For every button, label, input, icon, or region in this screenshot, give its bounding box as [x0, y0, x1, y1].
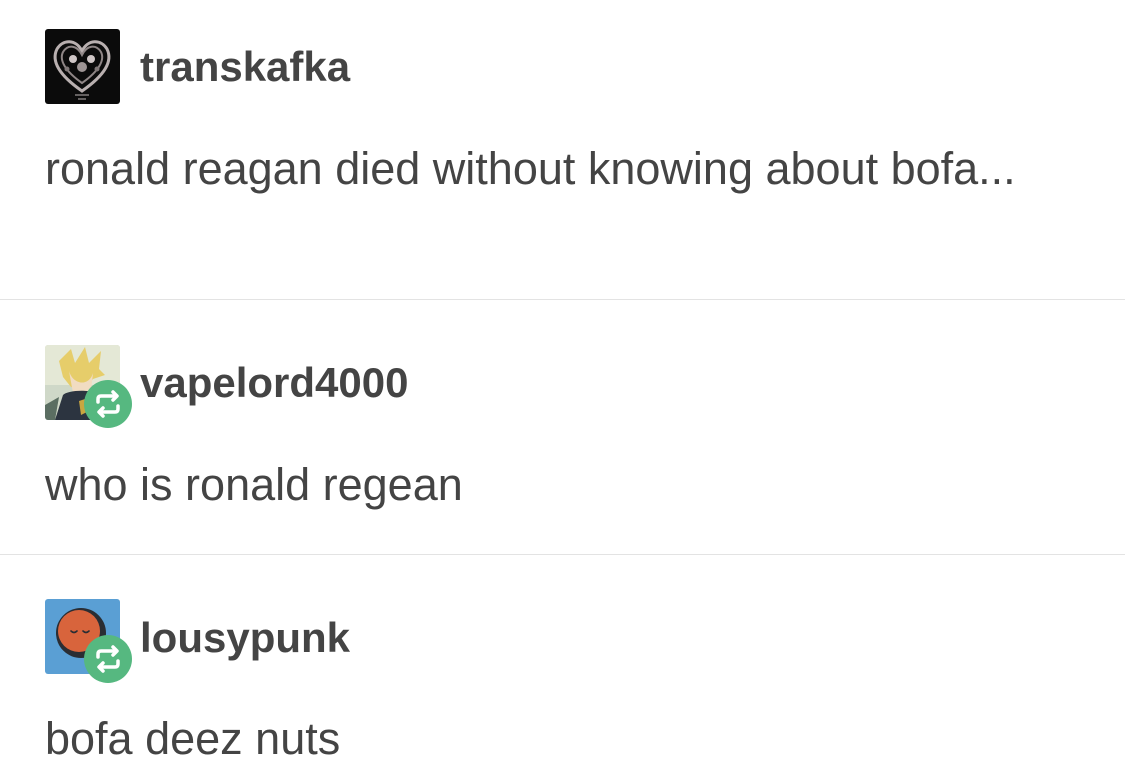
post-body-text: who is ronald regean	[45, 459, 463, 510]
reblog-badge	[84, 635, 132, 683]
post-body-text: bofa deez nuts	[45, 713, 341, 764]
heart-art-avatar-icon	[45, 29, 120, 104]
reblog-icon	[96, 390, 120, 418]
reblog-icon	[96, 645, 120, 673]
username[interactable]: lousypunk	[140, 614, 350, 662]
avatar-transkafka[interactable]	[45, 29, 120, 104]
username[interactable]: vapelord4000	[140, 359, 409, 407]
post-vapelord4000: vapelord4000 who is ronald regean	[0, 300, 1125, 554]
reblog-badge	[84, 380, 132, 428]
post-transkafka: transkafka ronald reagan died without kn…	[0, 0, 1125, 299]
username[interactable]: transkafka	[140, 43, 350, 91]
post-lousypunk: lousypunk bofa deez nuts	[0, 555, 1125, 782]
post-body-text: ronald reagan died without knowing about…	[45, 143, 1016, 194]
